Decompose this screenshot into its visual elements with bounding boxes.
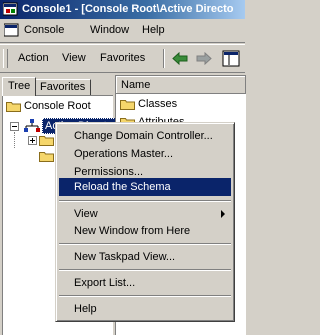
mmc-app-icon[interactable]	[3, 2, 18, 16]
tab-tree-label: Tree	[8, 80, 31, 92]
menu-window[interactable]: Window	[90, 24, 129, 36]
column-header-name[interactable]: Name	[116, 76, 246, 94]
submenu-arrow-icon	[221, 210, 225, 218]
menu-favorites[interactable]: Favorites	[100, 52, 145, 64]
folder-icon	[6, 102, 21, 112]
folder-icon	[39, 152, 54, 162]
menu-item-new-window[interactable]: New Window from Here	[59, 222, 231, 240]
menu-separator	[59, 269, 231, 271]
menu-help[interactable]: Help	[142, 24, 165, 36]
menu-item-help[interactable]: Help	[59, 300, 231, 318]
tab-tree[interactable]: Tree	[2, 77, 36, 96]
menu-item-reload-schema[interactable]: Reload the Schema	[59, 178, 231, 196]
menu-item-export-list[interactable]: Export List...	[59, 274, 231, 292]
console-menu-icon[interactable]	[4, 23, 19, 37]
menu-bar: Console Window Help	[0, 20, 245, 43]
menu-item-operations-master[interactable]: Operations Master...	[59, 145, 231, 163]
expand-toggle-icon[interactable]	[28, 136, 37, 145]
tree-line	[14, 132, 15, 148]
menu-separator	[59, 243, 231, 245]
tab-favorites[interactable]: Favorites	[35, 79, 91, 95]
menu-view[interactable]: View	[62, 52, 86, 64]
menu-item-new-taskpad-view[interactable]: New Taskpad View...	[59, 248, 231, 266]
toolbar-separator	[163, 49, 165, 68]
folder-icon	[120, 100, 135, 110]
list-item-classes[interactable]: Classes	[138, 98, 177, 110]
toolbar-grip[interactable]	[3, 49, 8, 68]
back-arrow-icon[interactable]	[172, 52, 188, 65]
menu-item-view[interactable]: View	[59, 205, 231, 223]
menu-console[interactable]: Console	[24, 24, 64, 36]
title-bar[interactable]: Console1 - [Console Root\Active Directo	[0, 0, 245, 19]
folder-icon	[39, 136, 54, 146]
show-hide-tree-icon[interactable]	[222, 50, 240, 67]
menu-action[interactable]: Action	[18, 52, 49, 64]
tree-item-console-root[interactable]: Console Root	[24, 100, 91, 112]
action-toolbar: Action View Favorites	[0, 44, 245, 73]
menu-separator	[59, 295, 231, 297]
menu-item-change-domain-controller[interactable]: Change Domain Controller...	[59, 127, 231, 145]
context-menu: Change Domain Controller... Operations M…	[55, 122, 235, 322]
collapse-toggle-icon[interactable]	[10, 122, 19, 131]
schema-snapin-icon	[24, 119, 40, 132]
window-title: Console1 - [Console Root\Active Directo	[22, 3, 234, 15]
tab-favorites-label: Favorites	[40, 81, 86, 93]
column-header-name-label: Name	[121, 79, 151, 91]
forward-arrow-icon[interactable]	[196, 52, 212, 65]
menu-separator	[59, 200, 231, 202]
